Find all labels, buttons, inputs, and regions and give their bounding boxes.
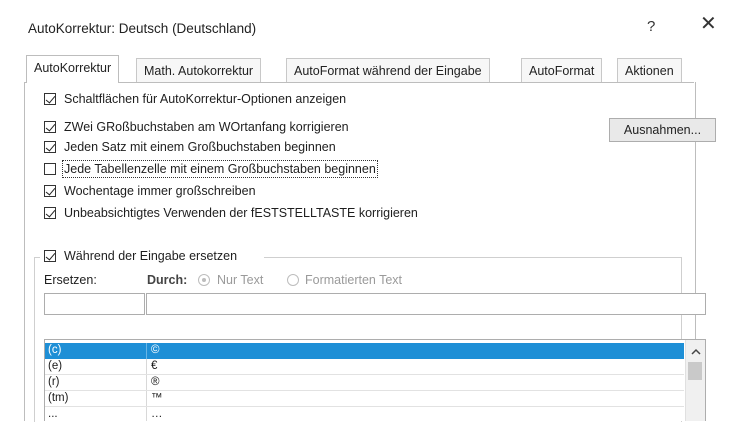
list-item-from: (c) [48,344,62,356]
capitalize-table-cell-checkbox[interactable] [44,163,56,175]
list-item-to: … [151,408,163,420]
plain-text-radio[interactable] [198,274,210,286]
tab-aktionen[interactable]: Aktionen [617,58,682,82]
chevron-up-icon[interactable] [686,344,706,360]
replacement-list[interactable]: (c) © (e) € (r) ® (tm) ™ ... … [44,339,706,421]
with-label: Durch: [147,273,188,287]
replace-label: Ersetzen: [44,273,97,287]
dialog-title: AutoKorrektur: Deutsch (Deutschland) [28,21,257,36]
formatted-text-label: Formatierten Text [305,273,403,287]
help-button[interactable]: ? [647,18,655,35]
tab-math-autokorrektur[interactable]: Math. Autokorrektur [136,58,262,82]
plain-text-label: Nur Text [217,273,264,287]
scrollbar-thumb[interactable] [688,362,702,380]
replace-while-typing-label: Während der Eingabe ersetzen [64,249,238,263]
list-item[interactable]: (e) € [45,359,684,375]
tab-autokorrektur[interactable]: AutoKorrektur [26,55,120,83]
column-separator [146,407,147,421]
list-item-from: (e) [48,360,63,372]
list-item-to: ® [151,376,160,388]
list-item[interactable]: (r) ® [45,375,684,391]
column-separator [146,359,147,375]
show-options-buttons-checkbox[interactable] [44,93,56,105]
two-initial-caps-checkbox[interactable] [44,121,56,133]
tab-autoformat-eingabe[interactable]: AutoFormat während der Eingabe [286,58,490,82]
list-scrollbar[interactable] [685,340,706,421]
list-item-from: ... [48,408,58,420]
list-item-to: ™ [151,392,163,404]
capitalize-weekdays-label: Wochentage immer großschreiben [64,184,256,198]
caps-lock-correction-checkbox[interactable] [44,207,56,219]
list-item[interactable]: (tm) ™ [45,391,684,407]
capitalize-weekdays-checkbox[interactable] [44,185,56,197]
caps-lock-correction-label: Unbeabsichtigtes Verwenden der fESTSTELL… [64,206,418,220]
capitalize-table-cell-label: Jede Tabellenzelle mit einem Großbuchsta… [62,160,378,178]
list-item-to: © [151,344,160,356]
tab-divider [24,82,694,83]
capitalize-sentence-checkbox[interactable] [44,141,56,153]
replace-while-typing-checkbox[interactable] [44,250,56,262]
column-separator [146,375,147,391]
exceptions-button[interactable]: Ausnahmen... [609,118,716,142]
list-item[interactable]: ... … [45,407,684,421]
close-button[interactable]: ✕ [700,14,717,34]
tab-autoformat[interactable]: AutoFormat [521,58,603,82]
list-item-from: (r) [48,376,60,388]
with-input[interactable] [146,293,706,315]
list-item-to: € [151,360,158,372]
show-options-buttons-label: Schaltflächen für AutoKorrektur-Optionen… [64,92,347,106]
list-item-from: (tm) [48,392,69,404]
column-separator [146,343,147,359]
capitalize-sentence-label: Jeden Satz mit einem Großbuchstaben begi… [64,140,336,154]
replace-input[interactable] [44,293,145,315]
two-initial-caps-label: ZWei GRoßbuchstaben am WOrtanfang korrig… [64,120,349,134]
column-separator [146,391,147,407]
formatted-text-radio[interactable] [287,274,299,286]
list-item[interactable]: (c) © [45,343,684,359]
